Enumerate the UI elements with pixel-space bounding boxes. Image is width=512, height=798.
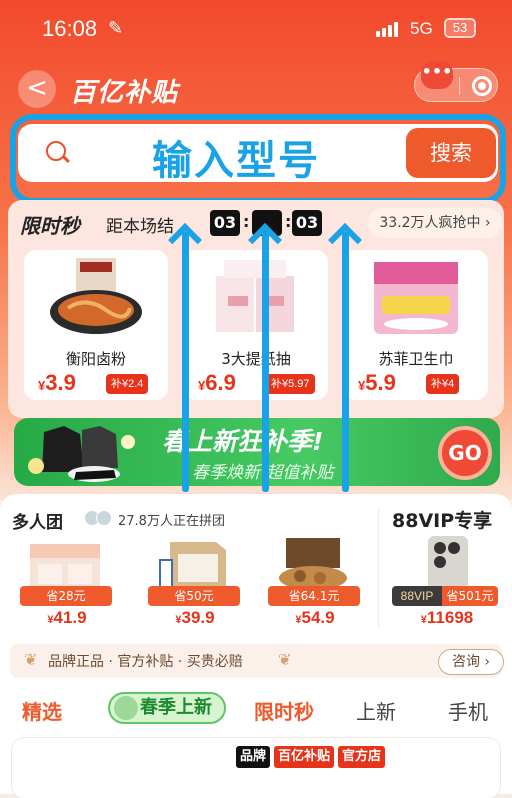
phone-image [428, 536, 468, 590]
more-button[interactable]: ••• [421, 61, 453, 89]
category-tabs: 精选 春季上新 限时秒 上新 手机 [0, 692, 512, 732]
product-name: 衡阳卤粉 [65, 350, 126, 368]
promo-banner[interactable]: 春上新狂补季! 春季焕新 超值补贴 GO [14, 418, 500, 486]
apparel-image [28, 426, 135, 482]
product-price: ¥6.9 [198, 370, 236, 395]
flash-sale-title: 限时秒 [20, 214, 80, 238]
tab-flash-sale[interactable]: 限时秒 [254, 696, 314, 725]
page-title: 百亿补贴 [70, 78, 179, 108]
countdown-colon: : [285, 212, 292, 231]
discount-badge: 省501元 [442, 586, 498, 606]
group-buy-item[interactable]: 省28元 ¥41.9 [14, 534, 114, 627]
close-miniapp-icon[interactable] [472, 76, 492, 96]
countdown-hours: 03 [210, 210, 240, 236]
product-name: 3大提纸抽 [221, 350, 291, 368]
shop-logos: 品牌 百亿补贴 官方店 [236, 746, 386, 768]
go-button[interactable]: GO [438, 426, 492, 480]
tab-spring-new[interactable]: 春季上新 [108, 692, 226, 724]
group-buy-subtitle: 27.8万人正在拼团 [118, 514, 225, 529]
discount-badge: 省28元 [20, 586, 112, 606]
trust-text: 品牌正品 · 官方补贴 · 买贵必赔 [48, 654, 243, 670]
signal-icon [376, 22, 398, 37]
vip-badge: 88VIP [392, 586, 442, 606]
sanitary-pad-product-image [374, 262, 458, 334]
flash-sale-subtitle: 距本场结 [106, 217, 174, 237]
product-card[interactable]: 3大提纸抽 ¥6.9 补¥5.97 [184, 250, 328, 400]
nuts-box-image [279, 538, 347, 590]
countdown-seconds: 03 [292, 210, 322, 236]
status-bar: 16:08 ✎ 5G 53 [0, 0, 512, 60]
laurel-icon: ❦ [24, 650, 38, 669]
product-price: ¥5.9 [358, 370, 396, 395]
status-time: 16:08 [42, 16, 98, 41]
search-button[interactable]: 搜索 [406, 128, 496, 178]
shop-card[interactable]: 品牌 百亿补贴 官方店 [12, 738, 500, 798]
annotation-arrow [182, 232, 189, 492]
milk-box-image [159, 542, 226, 589]
tab-phones[interactable]: 手机 [448, 696, 488, 725]
annotation-arrow [262, 232, 269, 492]
avatar [84, 510, 114, 526]
plant-icon [114, 696, 138, 720]
network-type: 5G [410, 19, 433, 38]
subsidy-badge: 补¥5.97 [266, 374, 315, 394]
group-price: ¥39.9 [175, 608, 215, 627]
laurel-icon: ❦ [278, 650, 292, 669]
subsidy-badge: 补¥4 [426, 374, 460, 394]
annotation-arrow [342, 232, 349, 492]
tab-featured[interactable]: 精选 [22, 696, 62, 725]
product-name: 苏菲卫生巾 [378, 350, 454, 368]
group-buy-title: 多人团 [12, 513, 63, 533]
vip-item[interactable]: 88VIP 省501元 ¥11698 [392, 534, 502, 627]
pencil-icon: ✎ [108, 18, 124, 39]
trust-bar: ❦ 品牌正品 · 官方补贴 · 买贵必赔 ❦ 咨询 › [10, 644, 504, 678]
back-button[interactable]: < [18, 70, 56, 108]
vip-title: 88VIP专享 [392, 510, 493, 532]
rush-count-link[interactable]: 33.2万人疯抢中 › [368, 208, 502, 238]
search-icon [46, 141, 66, 161]
search-input[interactable]: 输入型号 [152, 128, 320, 186]
product-card[interactable]: 衡阳卤粉 ¥3.9 补¥2.4 [24, 250, 168, 400]
discount-badge: 省50元 [148, 586, 240, 606]
discount-badge: 省64.1元 [268, 586, 360, 606]
tissue-product-image [216, 260, 294, 332]
noodle-product-image [50, 258, 142, 334]
vip-price: ¥11698 [420, 608, 474, 627]
consult-button[interactable]: 咨询 › [438, 649, 504, 675]
product-price: ¥3.9 [38, 370, 76, 395]
subsidy-logo: 百亿补贴 [274, 746, 335, 768]
battery-icon: 53 [444, 18, 476, 38]
miniapp-capsule: ••• [414, 61, 498, 102]
section-divider [378, 508, 379, 628]
group-buy-item[interactable]: 省64.1元 ¥54.9 [262, 534, 362, 627]
group-buy-panel: 多人团 27.8万人正在拼团 省28元 ¥41.9 省50元 ¥39.9 省64… [0, 494, 512, 798]
product-card[interactable]: 苏菲卫生巾 ¥5.9 补¥4 [344, 250, 488, 400]
official-store-logo: 官方店 [338, 746, 386, 768]
capsule-divider [459, 77, 460, 95]
group-price: ¥41.9 [47, 608, 87, 627]
group-buy-item[interactable]: 省50元 ¥39.9 [142, 534, 242, 627]
search-bar[interactable]: 输入型号 搜索 [18, 124, 498, 184]
brand-logo: 品牌 [236, 746, 271, 768]
tissue-pack-image [30, 544, 100, 588]
countdown-colon: : [243, 212, 250, 231]
tab-new-arrivals[interactable]: 上新 [356, 696, 396, 725]
group-price: ¥54.9 [295, 608, 335, 627]
subsidy-badge: 补¥2.4 [106, 374, 149, 394]
